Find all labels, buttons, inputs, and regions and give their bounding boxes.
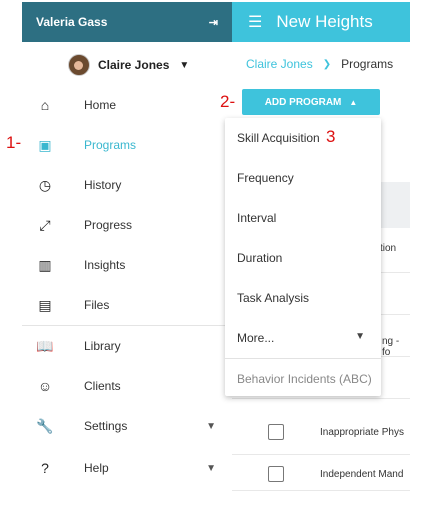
sidebar-item-files[interactable]: ▤ Files	[22, 285, 232, 325]
breadcrumb-parent-link[interactable]: Claire Jones	[246, 57, 313, 71]
table-cell: tion	[380, 243, 397, 254]
chevron-down-icon: ▼	[179, 59, 190, 71]
help-icon: ?	[41, 460, 49, 476]
breadcrumb-current: Programs	[341, 57, 394, 71]
user-selector[interactable]: Claire Jones ▼	[68, 54, 189, 76]
sidebar-item-settings[interactable]: 🔧 Settings ▼	[22, 406, 232, 446]
logout-icon[interactable]: ⇥	[209, 16, 218, 29]
app-title: New Heights	[276, 12, 373, 31]
sidebar-item-label: History	[84, 178, 122, 192]
table-cell: Inappropriate Phys	[320, 427, 404, 438]
home-icon: ⌂	[40, 97, 50, 113]
row-checkbox[interactable]	[268, 466, 284, 482]
table-row[interactable]: Independent Mand	[232, 454, 410, 491]
add-program-button[interactable]: ADD PROGRAM ▲	[242, 89, 380, 115]
caret-up-icon: ▲	[349, 97, 358, 107]
chevron-down-icon: ▼	[206, 462, 216, 474]
sidebar-item-label: Home	[84, 98, 117, 112]
programs-icon: ▣	[38, 136, 52, 153]
menu-item-duration[interactable]: Duration	[237, 251, 282, 265]
sidebar-item-home[interactable]: ⌂ Home	[22, 85, 232, 125]
add-program-menu: Skill Acquisition Frequency Interval Dur…	[225, 118, 381, 396]
sidebar-item-label: Help	[84, 461, 109, 475]
row-checkbox[interactable]	[268, 424, 284, 440]
menu-item-task-analysis[interactable]: Task Analysis	[237, 291, 309, 305]
breadcrumb: Claire Jones ❯ Programs	[246, 57, 393, 71]
face-icon: ☺	[37, 378, 53, 394]
menu-divider	[225, 358, 381, 359]
menu-item-skill-acquisition[interactable]: Skill Acquisition	[237, 131, 320, 145]
annotation-2: 2-	[220, 92, 236, 111]
sidebar-item-label: Programs	[84, 138, 137, 152]
account-bar: Valeria Gass ⇥	[22, 2, 232, 42]
table-cell: Independent Mand	[320, 469, 404, 480]
chevron-down-icon: ▼	[206, 420, 216, 432]
wrench-icon: 🔧	[36, 417, 54, 434]
sidebar-item-label: Files	[84, 298, 110, 312]
account-name: Valeria Gass	[36, 15, 108, 29]
menu-item-more[interactable]: More...	[237, 331, 274, 345]
annotation-1: 1-	[6, 133, 22, 152]
sidebar-item-label: Library	[84, 339, 121, 353]
table-cell: ng - fo	[382, 336, 400, 358]
sidebar-item-label: Insights	[84, 258, 126, 272]
menu-item-interval[interactable]: Interval	[237, 211, 276, 225]
sidebar-item-library[interactable]: 📖 Library	[22, 326, 232, 366]
sidebar-item-programs[interactable]: ▣ Programs	[22, 125, 232, 165]
bar-chart-icon: ▥	[38, 256, 52, 273]
sidebar-item-progress[interactable]: ⤢ Progress	[22, 205, 232, 245]
book-reader-icon: 📖	[36, 337, 54, 354]
add-program-label: ADD PROGRAM	[264, 96, 342, 108]
sidebar-item-history[interactable]: ◷ History	[22, 165, 232, 205]
app-header: ☰ New Heights	[232, 2, 410, 42]
sidebar-item-label: Settings	[84, 419, 128, 433]
sidebar-item-insights[interactable]: ▥ Insights	[22, 245, 232, 285]
menu-item-behavior-incidents[interactable]: Behavior Incidents (ABC)	[237, 372, 372, 386]
avatar	[68, 54, 90, 76]
chevron-down-icon[interactable]: ▼	[355, 331, 365, 342]
sidebar: Valeria Gass ⇥ Claire Jones ▼ ⌂ Home ▣ P…	[22, 2, 232, 488]
trend-icon: ⤢	[39, 216, 51, 233]
sidebar-item-help[interactable]: ? Help ▼	[22, 448, 232, 488]
table-row[interactable]: Inappropriate Phys	[232, 412, 410, 455]
menu-item-frequency[interactable]: Frequency	[237, 171, 294, 185]
user-name: Claire Jones	[98, 58, 170, 72]
annotation-3: 3	[326, 127, 336, 146]
sidebar-item-clients[interactable]: ☺ Clients	[22, 366, 232, 406]
chevron-right-icon: ❯	[322, 58, 332, 70]
hamburger-menu-icon[interactable]: ☰	[248, 12, 262, 32]
clock-icon: ◷	[38, 176, 52, 193]
sidebar-item-label: Clients	[84, 379, 121, 393]
file-icon: ▤	[38, 296, 52, 313]
sidebar-item-label: Progress	[84, 218, 133, 232]
